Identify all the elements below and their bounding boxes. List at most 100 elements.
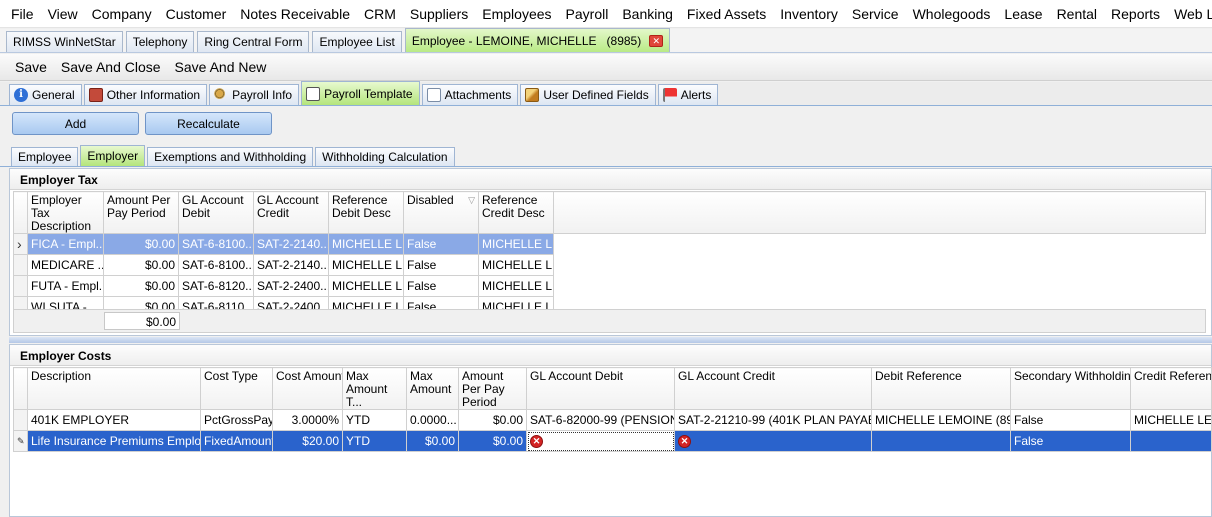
table-cell[interactable]: MICHELLE LEMOINE (8985) [871, 409, 1011, 431]
row-indicator[interactable] [13, 275, 28, 297]
column-header[interactable]: Employer Tax Description [27, 191, 104, 234]
menu-item-inventory[interactable]: Inventory [773, 6, 845, 22]
table-cell[interactable]: SAT-6-8100... [178, 233, 254, 255]
table-cell[interactable]: SAT-6-8120... [178, 275, 254, 297]
menu-item-banking[interactable]: Banking [615, 6, 680, 22]
column-header[interactable]: GL Account Debit [526, 367, 675, 410]
subtab-employer[interactable]: Employer [80, 145, 146, 166]
column-header[interactable]: Amount Per Pay Period [103, 191, 179, 234]
row-indicator[interactable] [13, 254, 28, 276]
column-header[interactable]: GL Account Credit [253, 191, 329, 234]
table-cell[interactable]: MICHELLE L... [328, 233, 404, 255]
table-cell[interactable]: YTD [342, 409, 407, 431]
menu-item-service[interactable]: Service [845, 6, 906, 22]
tab-user-defined-fields[interactable]: User Defined Fields [520, 84, 656, 105]
table-cell[interactable]: $0.00 [103, 233, 179, 255]
table-cell[interactable]: False [403, 233, 479, 255]
column-header-disabled[interactable]: Disabled ▽ [403, 191, 479, 234]
menu-item-wholegoods[interactable]: Wholegoods [906, 6, 998, 22]
table-cell[interactable]: False [1010, 409, 1131, 431]
add-button[interactable]: Add [12, 112, 139, 135]
table-cell[interactable]: MICHELLE L... [328, 275, 404, 297]
table-cell[interactable]: SAT-2-2140... [253, 254, 329, 276]
table-cell[interactable]: Life Insurance Premiums Employer [27, 430, 201, 452]
tab-alerts[interactable]: Alerts [657, 84, 719, 105]
tab-attachments[interactable]: Attachments [421, 84, 519, 105]
table-cell[interactable]: YTD [342, 430, 407, 452]
subtab-exemptions-withholding[interactable]: Exemptions and Withholding [147, 147, 314, 166]
column-header[interactable]: Reference Credit Desc [478, 191, 554, 234]
menu-item-fixed-assets[interactable]: Fixed Assets [680, 6, 773, 22]
menu-item-crm[interactable]: CRM [357, 6, 403, 22]
table-row[interactable]: › FICA - Empl... $0.00 SAT-6-8100... SAT-2-2… [13, 233, 1206, 255]
table-cell[interactable]: False [403, 275, 479, 297]
menu-item-payroll[interactable]: Payroll [559, 6, 616, 22]
filter-icon[interactable]: ▽ [468, 194, 475, 207]
menu-item-web-links[interactable]: Web Links [1167, 6, 1212, 22]
tab-other-information[interactable]: Other Information [83, 84, 208, 105]
column-header[interactable]: Secondary Withholding [1010, 367, 1131, 410]
table-cell[interactable]: SAT-2-2140... [253, 233, 329, 255]
recalculate-button[interactable]: Recalculate [145, 112, 272, 135]
column-header[interactable]: Reference Debit Desc [328, 191, 404, 234]
table-cell[interactable]: MICHELLE L... [478, 254, 554, 276]
menu-item-view[interactable]: View [41, 6, 85, 22]
subtab-employee[interactable]: Employee [11, 147, 79, 166]
menu-item-lease[interactable]: Lease [997, 6, 1049, 22]
table-cell[interactable]: $0.00 [406, 430, 459, 452]
table-cell[interactable]: PctGrossPay [200, 409, 273, 431]
table-cell[interactable]: FICA - Empl... [27, 233, 104, 255]
menu-item-suppliers[interactable]: Suppliers [403, 6, 475, 22]
menu-item-reports[interactable]: Reports [1104, 6, 1167, 22]
table-cell[interactable]: SAT-2-21210-99 (401K PLAN PAYABLE) [674, 409, 872, 431]
table-cell[interactable]: $0.00 [103, 275, 179, 297]
menu-item-notes-receivable[interactable]: Notes Receivable [233, 6, 357, 22]
column-header[interactable]: Debit Reference [871, 367, 1011, 410]
doc-tab-employee-record[interactable]: Employee - LEMOINE, MICHELLE (8985) ✕ [404, 28, 671, 52]
table-cell[interactable]: $20.00 [272, 430, 343, 452]
column-header[interactable]: Max Amount [406, 367, 459, 410]
table-cell[interactable]: MICHELLE LEM [1130, 409, 1212, 431]
close-icon[interactable]: ✕ [649, 34, 664, 47]
table-cell[interactable]: $0.00 [458, 409, 527, 431]
table-cell[interactable]: SAT-6-82000-99 (PENSIONS) [526, 409, 675, 431]
row-indicator[interactable] [13, 409, 28, 431]
table-cell[interactable]: MICHELLE L... [478, 275, 554, 297]
gl-debit-error-cell[interactable]: ✕ [526, 430, 675, 452]
table-row[interactable]: FUTA - Empl... $0.00 SAT-6-8120... SAT-2-24… [13, 275, 1206, 297]
table-cell[interactable]: SAT-2-2400... [253, 275, 329, 297]
column-header[interactable]: Description [27, 367, 201, 410]
column-header[interactable]: Cost Amount [272, 367, 343, 410]
menu-item-customer[interactable]: Customer [159, 6, 234, 22]
table-cell[interactable]: FixedAmount [200, 430, 273, 452]
tab-general[interactable]: i General [9, 84, 82, 105]
doc-tab-telephony[interactable]: Telephony [125, 31, 195, 52]
column-header[interactable]: GL Account Credit [674, 367, 872, 410]
menu-item-rental[interactable]: Rental [1050, 6, 1104, 22]
table-cell[interactable]: 3.0000% [272, 409, 343, 431]
doc-tab-employee-list[interactable]: Employee List [312, 31, 402, 52]
table-cell[interactable]: False [403, 254, 479, 276]
table-cell[interactable]: FUTA - Empl... [27, 275, 104, 297]
edit-row-indicator-icon[interactable]: ✎ [13, 430, 28, 452]
tab-payroll-info[interactable]: Payroll Info [209, 84, 300, 105]
save-and-new-button[interactable]: Save And New [168, 59, 274, 75]
column-header[interactable]: Cost Type [200, 367, 273, 410]
column-header[interactable]: GL Account Debit [178, 191, 254, 234]
subtab-withholding-calculation[interactable]: Withholding Calculation [315, 147, 455, 166]
table-row[interactable]: MEDICARE ... $0.00 SAT-6-8100... SAT-2-2140… [13, 254, 1206, 276]
table-row[interactable]: ✎ Life Insurance Premiums Employer FixedAm… [13, 430, 1212, 452]
column-header[interactable]: Amount Per Pay Period [458, 367, 527, 410]
table-cell[interactable] [1130, 430, 1212, 452]
table-cell[interactable]: SAT-6-8100... [178, 254, 254, 276]
table-row[interactable]: 401K EMPLOYER PctGrossPay 3.0000% YTD 0.0000… [13, 409, 1212, 431]
column-header[interactable]: Credit Referen [1130, 367, 1212, 410]
doc-tab-rimss[interactable]: RIMSS WinNetStar [6, 31, 123, 52]
table-cell[interactable]: MICHELLE L... [478, 233, 554, 255]
menu-item-employees[interactable]: Employees [475, 6, 558, 22]
current-row-indicator-icon[interactable]: › [13, 233, 28, 255]
table-cell[interactable]: False [1010, 430, 1131, 452]
save-and-close-button[interactable]: Save And Close [54, 59, 168, 75]
table-cell[interactable]: $0.00 [458, 430, 527, 452]
tab-payroll-template[interactable]: Payroll Template [301, 81, 420, 105]
